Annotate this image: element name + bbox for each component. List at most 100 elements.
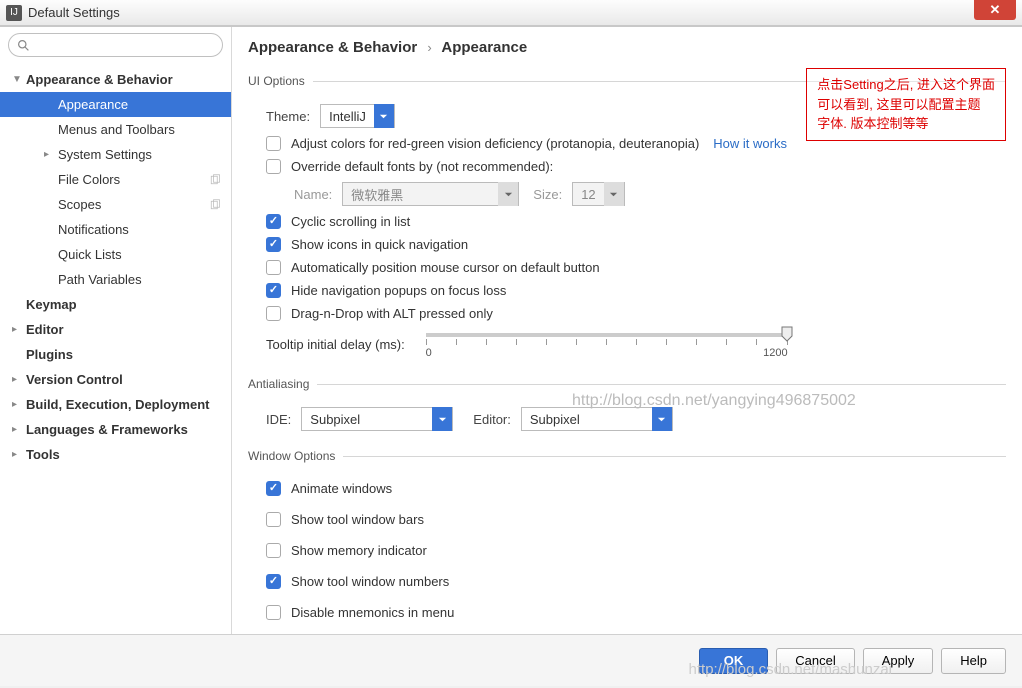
editor-aa-select[interactable]: Subpixel	[521, 407, 673, 431]
font-size-label: Size:	[533, 187, 562, 202]
sidebar-item-label: Appearance	[58, 97, 128, 112]
label-show-memory: Show memory indicator	[291, 543, 427, 558]
sidebar-item-editor[interactable]: ▸Editor	[0, 317, 231, 342]
label-auto-cursor: Automatically position mouse cursor on d…	[291, 260, 600, 275]
checkbox-dnd-alt[interactable]	[266, 306, 281, 321]
checkbox-show-icons[interactable]	[266, 237, 281, 252]
sidebar-item-file-colors[interactable]: File Colors	[0, 167, 231, 192]
sidebar-item-label: Tools	[26, 447, 60, 462]
font-name-value: 微软雅黑	[343, 185, 498, 204]
label-animate-windows: Animate windows	[291, 481, 392, 496]
link-how-it-works[interactable]: How it works	[713, 136, 787, 151]
sidebar-item-languages-frameworks[interactable]: ▸Languages & Frameworks	[0, 417, 231, 442]
label-override-fonts: Override default fonts by (not recommend…	[291, 159, 553, 174]
app-icon: IJ	[6, 5, 22, 21]
theme-select[interactable]: IntelliJ	[320, 104, 395, 128]
cancel-button[interactable]: Cancel	[776, 648, 854, 674]
sidebar-item-appearance-behavior[interactable]: ▼ Appearance & Behavior	[0, 67, 231, 92]
font-name-select[interactable]: 微软雅黑	[342, 182, 519, 206]
editor-aa-value: Subpixel	[522, 412, 652, 427]
sidebar-item-notifications[interactable]: Notifications	[0, 217, 231, 242]
checkbox-show-memory[interactable]	[266, 543, 281, 558]
chevron-down-icon	[432, 407, 452, 431]
sidebar-item-label: Editor	[26, 322, 64, 337]
sidebar-item-label: Scopes	[58, 197, 101, 212]
sidebar-item-system-settings[interactable]: ▸ System Settings	[0, 142, 231, 167]
ide-aa-value: Subpixel	[302, 412, 432, 427]
search-input-wrap[interactable]	[8, 33, 223, 57]
font-size-select[interactable]: 12	[572, 182, 624, 206]
close-button[interactable]: ✕	[974, 0, 1016, 20]
slider-thumb-icon[interactable]	[780, 326, 794, 342]
tree-arrow-icon: ▸	[12, 374, 22, 385]
checkbox-adjust-colors[interactable]	[266, 136, 281, 151]
ui-options-legend: UI Options	[248, 74, 313, 88]
copy-icon	[209, 199, 221, 211]
sidebar-item-path-variables[interactable]: Path Variables	[0, 267, 231, 292]
chevron-down-icon	[498, 182, 518, 206]
ide-aa-label: IDE:	[266, 412, 291, 427]
title-bar: IJ Default Settings ✕	[0, 0, 1022, 26]
sidebar-item-label: Plugins	[26, 347, 73, 362]
sidebar-item-label: Notifications	[58, 222, 129, 237]
tooltip-delay-label: Tooltip initial delay (ms):	[266, 337, 422, 352]
sidebar-item-menus-and-toolbars[interactable]: Menus and Toolbars	[0, 117, 231, 142]
sidebar-item-label: Appearance & Behavior	[26, 72, 173, 87]
label-dnd-alt: Drag-n-Drop with ALT pressed only	[291, 306, 493, 321]
settings-tree: ▼ Appearance & Behavior Appearance Menus an…	[0, 63, 231, 634]
theme-label: Theme:	[266, 109, 310, 124]
tree-arrow-icon: ▸	[12, 449, 22, 460]
breadcrumb-parent: Appearance & Behavior	[248, 39, 417, 56]
sidebar-item-build-execution-deployment[interactable]: ▸ Build, Execution, Deployment	[0, 392, 231, 417]
tree-arrow-icon: ▸	[44, 149, 54, 160]
sidebar-item-label: Path Variables	[58, 272, 142, 287]
checkbox-override-fonts[interactable]	[266, 159, 281, 174]
font-size-value: 12	[573, 187, 603, 202]
theme-value: IntelliJ	[321, 109, 374, 124]
sidebar-item-scopes[interactable]: Scopes	[0, 192, 231, 217]
label-cyclic-scrolling: Cyclic scrolling in list	[291, 214, 410, 229]
sidebar-item-plugins[interactable]: Plugins	[0, 342, 231, 367]
sidebar-item-label: Build, Execution, Deployment	[26, 397, 209, 412]
breadcrumb: Appearance & Behavior › Appearance	[232, 27, 1022, 64]
checkbox-cyclic-scrolling[interactable]	[266, 214, 281, 229]
label-adjust-colors: Adjust colors for red-green vision defic…	[291, 136, 699, 151]
checkbox-disable-mnemonics-menu[interactable]	[266, 605, 281, 620]
checkbox-show-bars[interactable]	[266, 512, 281, 527]
help-button[interactable]: Help	[941, 648, 1006, 674]
ok-button[interactable]: OK	[699, 648, 769, 674]
chevron-down-icon	[604, 182, 624, 206]
sidebar-item-tools[interactable]: ▸ Tools	[0, 442, 231, 467]
font-name-label: Name:	[294, 187, 332, 202]
sidebar-item-label: Quick Lists	[58, 247, 122, 262]
dialog-footer: http://blog.csdn.net/mashunzai OK Cancel…	[0, 634, 1022, 686]
tree-arrow-icon: ▸	[12, 399, 22, 410]
label-disable-mnemonics-menu: Disable mnemonics in menu	[291, 605, 454, 620]
label-hide-popups: Hide navigation popups on focus loss	[291, 283, 506, 298]
tooltip-delay-slider[interactable]: 01200	[426, 333, 788, 359]
annotation-box: 点击Setting之后, 进入这个界面 可以看到, 这里可以配置主题 字体. 版…	[806, 68, 1006, 141]
apply-button[interactable]: Apply	[863, 648, 934, 674]
label-show-icons: Show icons in quick navigation	[291, 237, 468, 252]
search-icon	[17, 39, 30, 52]
sidebar-item-label: Keymap	[26, 297, 77, 312]
search-input[interactable]	[34, 38, 214, 52]
ide-aa-select[interactable]: Subpixel	[301, 407, 453, 431]
checkbox-animate-windows[interactable]	[266, 481, 281, 496]
window-title: Default Settings	[28, 5, 120, 20]
checkbox-auto-cursor[interactable]	[266, 260, 281, 275]
tree-arrow-icon: ▼	[12, 74, 22, 85]
slider-min: 0	[426, 347, 432, 359]
checkbox-hide-popups[interactable]	[266, 283, 281, 298]
checkbox-show-numbers[interactable]	[266, 574, 281, 589]
chevron-down-icon	[374, 104, 394, 128]
sidebar-item-label: System Settings	[58, 147, 152, 162]
label-show-numbers: Show tool window numbers	[291, 574, 449, 589]
sidebar-item-quick-lists[interactable]: Quick Lists	[0, 242, 231, 267]
breadcrumb-sep: ›	[427, 40, 431, 55]
sidebar-item-keymap[interactable]: Keymap	[0, 292, 231, 317]
sidebar-item-appearance[interactable]: Appearance	[0, 92, 231, 117]
copy-icon	[209, 174, 221, 186]
sidebar-item-label: Version Control	[26, 372, 123, 387]
sidebar-item-version-control[interactable]: ▸ Version Control	[0, 367, 231, 392]
